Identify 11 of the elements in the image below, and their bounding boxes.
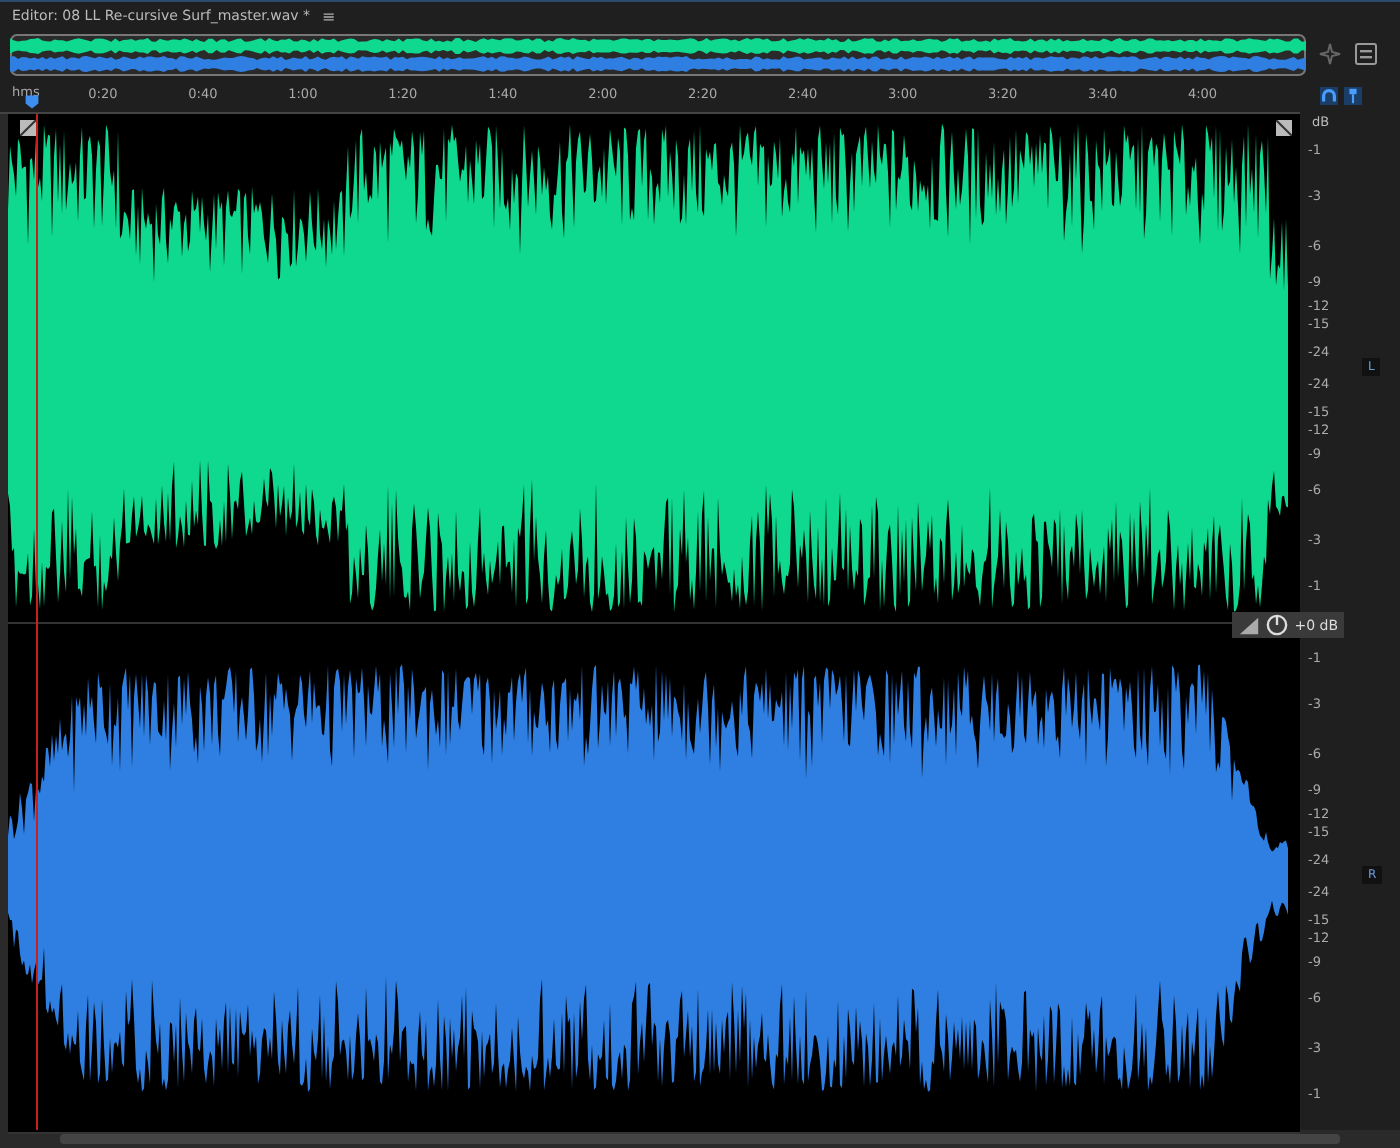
headphones-icon[interactable] <box>1320 86 1338 106</box>
sparkle-icon[interactable] <box>1318 42 1342 66</box>
fade-handle-icon[interactable] <box>20 120 36 136</box>
list-view-icon[interactable] <box>1354 42 1378 66</box>
panel-menu-button[interactable]: ≡ <box>322 7 336 25</box>
fade-handle-icon[interactable] <box>1276 120 1292 136</box>
pin-icon[interactable] <box>1344 86 1362 106</box>
scrollbar-thumb[interactable] <box>60 1134 1340 1144</box>
overview-waveform[interactable] <box>10 33 1306 75</box>
playhead-handle-icon[interactable] <box>24 94 40 110</box>
gain-knob-icon[interactable] <box>1266 614 1289 636</box>
